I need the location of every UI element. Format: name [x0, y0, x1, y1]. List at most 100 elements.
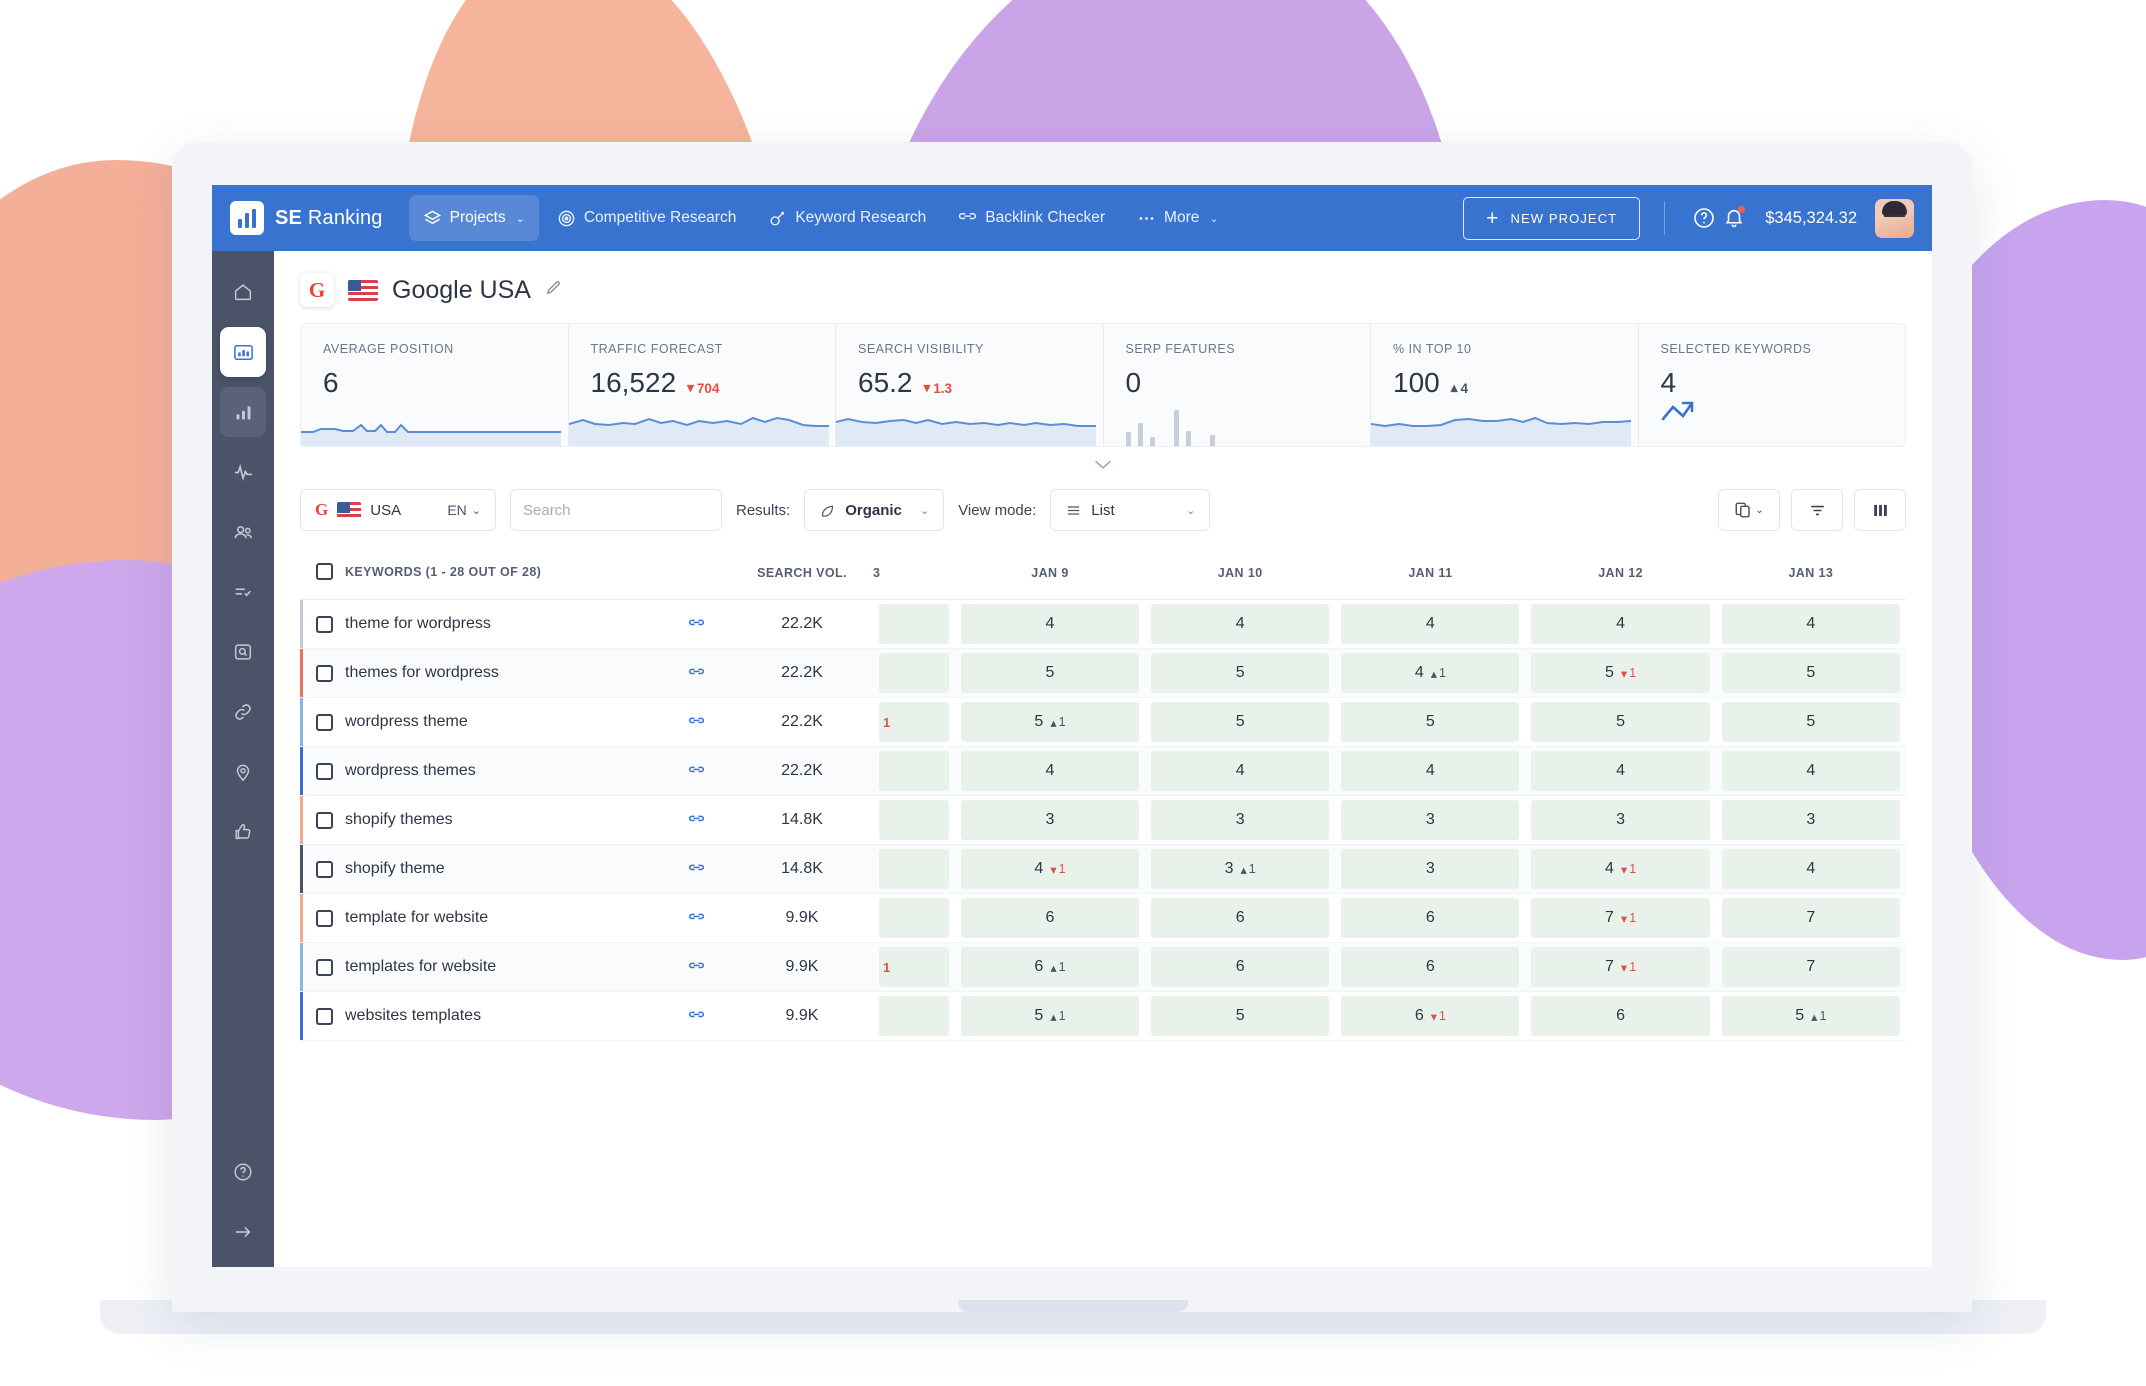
header-date-jan-11[interactable]: JAN 11	[1335, 547, 1526, 600]
header-date-jan-12[interactable]: JAN 12	[1525, 547, 1716, 600]
rank-cell-4[interactable]: 4	[1525, 746, 1716, 796]
row-checkbox[interactable]	[316, 958, 333, 976]
rank-cell-5[interactable]: 4	[1715, 844, 1906, 894]
keyword-cell[interactable]: websites templates	[300, 991, 662, 1041]
rank-cell-5[interactable]: 3	[1715, 795, 1906, 845]
keyword-cell[interactable]: theme for wordpress	[300, 599, 662, 649]
sidebar-item-analytics[interactable]	[220, 447, 266, 497]
row-checkbox[interactable]	[316, 909, 333, 927]
nav-item-keyword-research[interactable]: Keyword Research	[754, 195, 940, 241]
link-icon[interactable]	[661, 958, 731, 977]
rank-cell-5[interactable]: 5	[1715, 648, 1906, 698]
rank-cell-2[interactable]: 6	[1145, 942, 1336, 992]
rank-cell-4[interactable]: 4	[1525, 599, 1716, 649]
link-icon[interactable]	[661, 762, 731, 781]
columns-button[interactable]	[1854, 489, 1906, 531]
rank-cell-2[interactable]: 5	[1145, 991, 1336, 1041]
rank-cell-4[interactable]: 3	[1525, 795, 1716, 845]
account-balance[interactable]: $345,324.32	[1765, 209, 1857, 228]
rank-cell-5[interactable]: 5 ▴ 1	[1715, 991, 1906, 1041]
sidebar-item-audit[interactable]	[220, 567, 266, 617]
header-date-jan-10[interactable]: JAN 10	[1145, 547, 1336, 600]
rank-cell-5[interactable]: 4	[1715, 746, 1906, 796]
table-row[interactable]: websites templates 9.9K 5 ▴ 1 5 6 ▾ 1 6 5 ▴ 1	[300, 991, 1906, 1041]
keyword-cell[interactable]: wordpress theme	[300, 697, 662, 747]
keyword-link-cell[interactable]	[661, 844, 731, 894]
keyword-link-cell[interactable]	[661, 648, 731, 698]
rank-cell-3[interactable]: 6	[1335, 893, 1526, 943]
rank-cell-5[interactable]: 4	[1715, 599, 1906, 649]
new-project-button[interactable]: + NEW PROJECT	[1463, 196, 1641, 240]
rank-cell-5[interactable]: 5	[1715, 697, 1906, 747]
nav-item-projects[interactable]: Projects ⌄	[408, 195, 539, 241]
rank-cell-1[interactable]: 4 ▾ 1	[954, 844, 1146, 894]
keyword-link-cell[interactable]	[661, 599, 731, 649]
search-input[interactable]	[523, 501, 722, 519]
table-row[interactable]: shopify themes 14.8K 3 3 3 3 3	[300, 795, 1906, 845]
row-checkbox[interactable]	[316, 860, 333, 878]
header-keywords[interactable]: KEYWORDS (1 - 28 OUT OF 28)	[300, 547, 731, 600]
row-checkbox[interactable]	[316, 713, 333, 731]
nav-item-competitive-research[interactable]: Competitive Research	[543, 195, 750, 241]
keyword-cell[interactable]: templates for website	[300, 942, 662, 992]
row-checkbox[interactable]	[316, 615, 333, 633]
keyword-cell[interactable]: shopify theme	[300, 844, 662, 894]
table-row[interactable]: template for website 9.9K 6 6 6 7 ▾ 1 7	[300, 893, 1906, 943]
keyword-cell[interactable]: template for website	[300, 893, 662, 943]
rank-cell-1[interactable]: 3	[954, 795, 1146, 845]
avatar[interactable]	[1875, 198, 1914, 238]
keyword-link-cell[interactable]	[661, 795, 731, 845]
keyword-link-cell[interactable]	[661, 942, 731, 992]
rank-cell-2[interactable]: 5	[1145, 697, 1336, 747]
rank-cell-2[interactable]: 4	[1145, 599, 1336, 649]
row-checkbox[interactable]	[316, 1007, 333, 1025]
table-row[interactable]: theme for wordpress 22.2K 4 4 4 4 4	[300, 599, 1906, 649]
collapse-metrics-button[interactable]	[300, 447, 1906, 481]
table-row[interactable]: wordpress theme 22.2K 1 5 ▴ 1 5 5 5 5	[300, 697, 1906, 747]
rank-cell-2[interactable]: 3 ▴ 1	[1145, 844, 1336, 894]
sidebar-item-dashboard[interactable]	[220, 327, 266, 377]
link-icon[interactable]	[661, 1007, 731, 1026]
search-box[interactable]	[510, 489, 722, 531]
rank-cell-1[interactable]: 6	[954, 893, 1146, 943]
sidebar-item-expand[interactable]	[220, 1207, 266, 1257]
rank-cell-4[interactable]: 5 ▾ 1	[1525, 648, 1716, 698]
keyword-cell[interactable]: shopify themes	[300, 795, 662, 845]
filter-button[interactable]	[1791, 489, 1843, 531]
header-date-jan-9[interactable]: JAN 9	[954, 547, 1146, 600]
sidebar-item-competitors[interactable]	[220, 507, 266, 557]
sidebar-item-local-marketing[interactable]	[220, 747, 266, 797]
sidebar-item-backlinks[interactable]	[220, 687, 266, 737]
row-checkbox[interactable]	[316, 811, 333, 829]
keyword-cell[interactable]: wordpress themes	[300, 746, 662, 796]
row-checkbox[interactable]	[316, 664, 333, 682]
help-button[interactable]	[1689, 203, 1719, 233]
rank-cell-5[interactable]: 7	[1715, 893, 1906, 943]
sidebar-item-home[interactable]	[220, 267, 266, 317]
rank-cell-3[interactable]: 4	[1335, 599, 1526, 649]
header-date-jan-13[interactable]: JAN 13	[1715, 547, 1906, 600]
results-type-select[interactable]: Organic ⌄	[804, 489, 945, 531]
device-toggle-button[interactable]: ⌄	[1718, 489, 1780, 531]
rank-cell-3[interactable]: 4 ▴ 1	[1335, 648, 1526, 698]
rank-cell-4[interactable]: 7 ▾ 1	[1525, 893, 1716, 943]
keyword-cell[interactable]: themes for wordpress	[300, 648, 662, 698]
rank-cell-4[interactable]: 6	[1525, 991, 1716, 1041]
rank-cell-1[interactable]: 4	[954, 599, 1146, 649]
rank-cell-1[interactable]: 4	[954, 746, 1146, 796]
keyword-link-cell[interactable]	[661, 697, 731, 747]
sidebar-item-site-audit[interactable]	[220, 627, 266, 677]
header-partial-date[interactable]: 3	[873, 547, 955, 600]
view-mode-select[interactable]: List ⌄	[1050, 489, 1211, 531]
rank-cell-2[interactable]: 6	[1145, 893, 1336, 943]
link-icon[interactable]	[661, 811, 731, 830]
link-icon[interactable]	[661, 909, 731, 928]
link-icon[interactable]	[661, 860, 731, 879]
table-row[interactable]: templates for website 9.9K 1 6 ▴ 1 6 6 7 ▾ 1 7	[300, 942, 1906, 992]
sidebar-item-social[interactable]	[220, 807, 266, 857]
rank-cell-2[interactable]: 3	[1145, 795, 1336, 845]
sidebar-item-rankings[interactable]	[220, 387, 266, 437]
nav-item-backlink-checker[interactable]: Backlink Checker	[944, 195, 1119, 241]
rank-cell-3[interactable]: 3	[1335, 795, 1526, 845]
rank-cell-1[interactable]: 5	[954, 648, 1146, 698]
